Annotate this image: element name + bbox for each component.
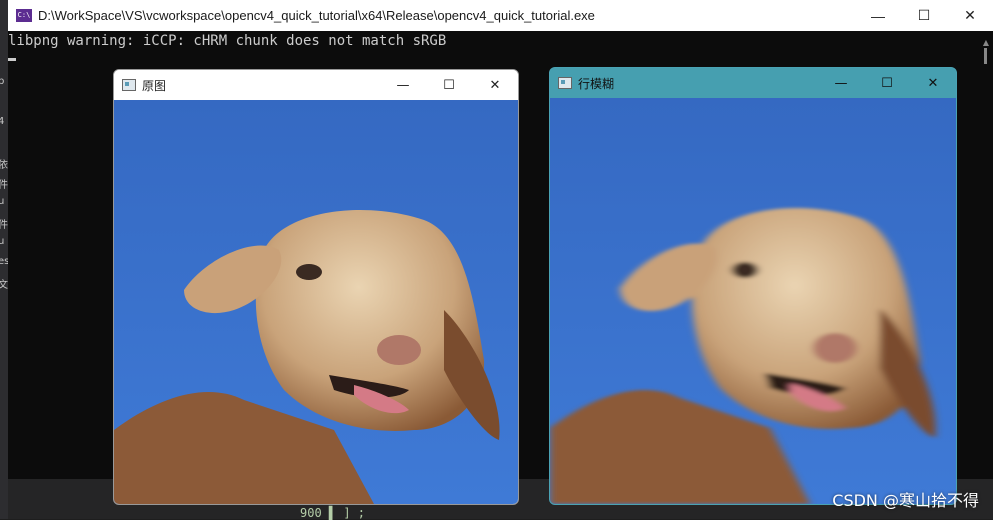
minimize-button[interactable]: — <box>818 68 864 98</box>
close-button[interactable]: ✕ <box>947 0 993 31</box>
console-app-icon: C:\ <box>16 9 32 22</box>
editor-left-strip: p 4 依 件 u 件 u es 文 <box>0 0 8 519</box>
scroll-up-arrow-icon[interactable]: ▲ <box>983 38 989 47</box>
console-titlebar[interactable]: C:\ D:\WorkSpace\VS\vcworkspace\opencv4_… <box>8 0 993 31</box>
maximize-button[interactable]: ☐ <box>426 70 472 100</box>
image-window-title: 原图 <box>142 79 167 93</box>
image-window-icon <box>558 77 572 89</box>
minimize-button[interactable]: — <box>855 0 901 31</box>
scroll-thumb[interactable] <box>984 48 987 64</box>
image-window-titlebar[interactable]: 行模糊 — ☐ ✕ <box>550 68 956 98</box>
maximize-button[interactable]: ☐ <box>864 68 910 98</box>
image-window-controls: — ☐ ✕ <box>380 70 518 100</box>
image-window-icon <box>122 79 136 91</box>
strip-text: 件 <box>0 220 8 231</box>
console-window-controls: — ☐ ✕ <box>855 0 993 31</box>
strip-text: 依 <box>0 160 8 171</box>
strip-text: es <box>0 256 8 267</box>
image-window-titlebar[interactable]: 原图 — ☐ ✕ <box>114 70 518 100</box>
strip-text: u <box>0 196 5 207</box>
sheep-photo-original <box>114 100 518 504</box>
sheep-photo-blurred <box>550 98 956 504</box>
close-button[interactable]: ✕ <box>472 70 518 100</box>
console-scrollbar[interactable] <box>976 31 993 471</box>
strip-text: p <box>0 76 5 87</box>
console-title: D:\WorkSpace\VS\vcworkspace\opencv4_quic… <box>38 8 595 23</box>
watermark: CSDN @寒山拾不得 <box>832 491 979 510</box>
image-window-title: 行模糊 <box>578 77 615 91</box>
editor-code-fragment: 900 ▌ ] ; <box>300 506 366 520</box>
close-button[interactable]: ✕ <box>910 68 956 98</box>
strip-text: 4 <box>0 116 5 127</box>
minimize-button[interactable]: — <box>380 70 426 100</box>
image-window-blur: 行模糊 — ☐ ✕ <box>549 67 957 505</box>
strip-text: u <box>0 236 5 247</box>
console-cursor <box>8 58 16 61</box>
image-window-controls: — ☐ ✕ <box>818 68 956 98</box>
strip-text: 文 <box>0 280 8 291</box>
strip-text: 件 <box>0 180 8 191</box>
maximize-button[interactable]: ☐ <box>901 0 947 31</box>
image-window-original: 原图 — ☐ ✕ <box>113 69 519 505</box>
console-output-line: libpng warning: iCCP: cHRM chunk does no… <box>8 33 447 49</box>
